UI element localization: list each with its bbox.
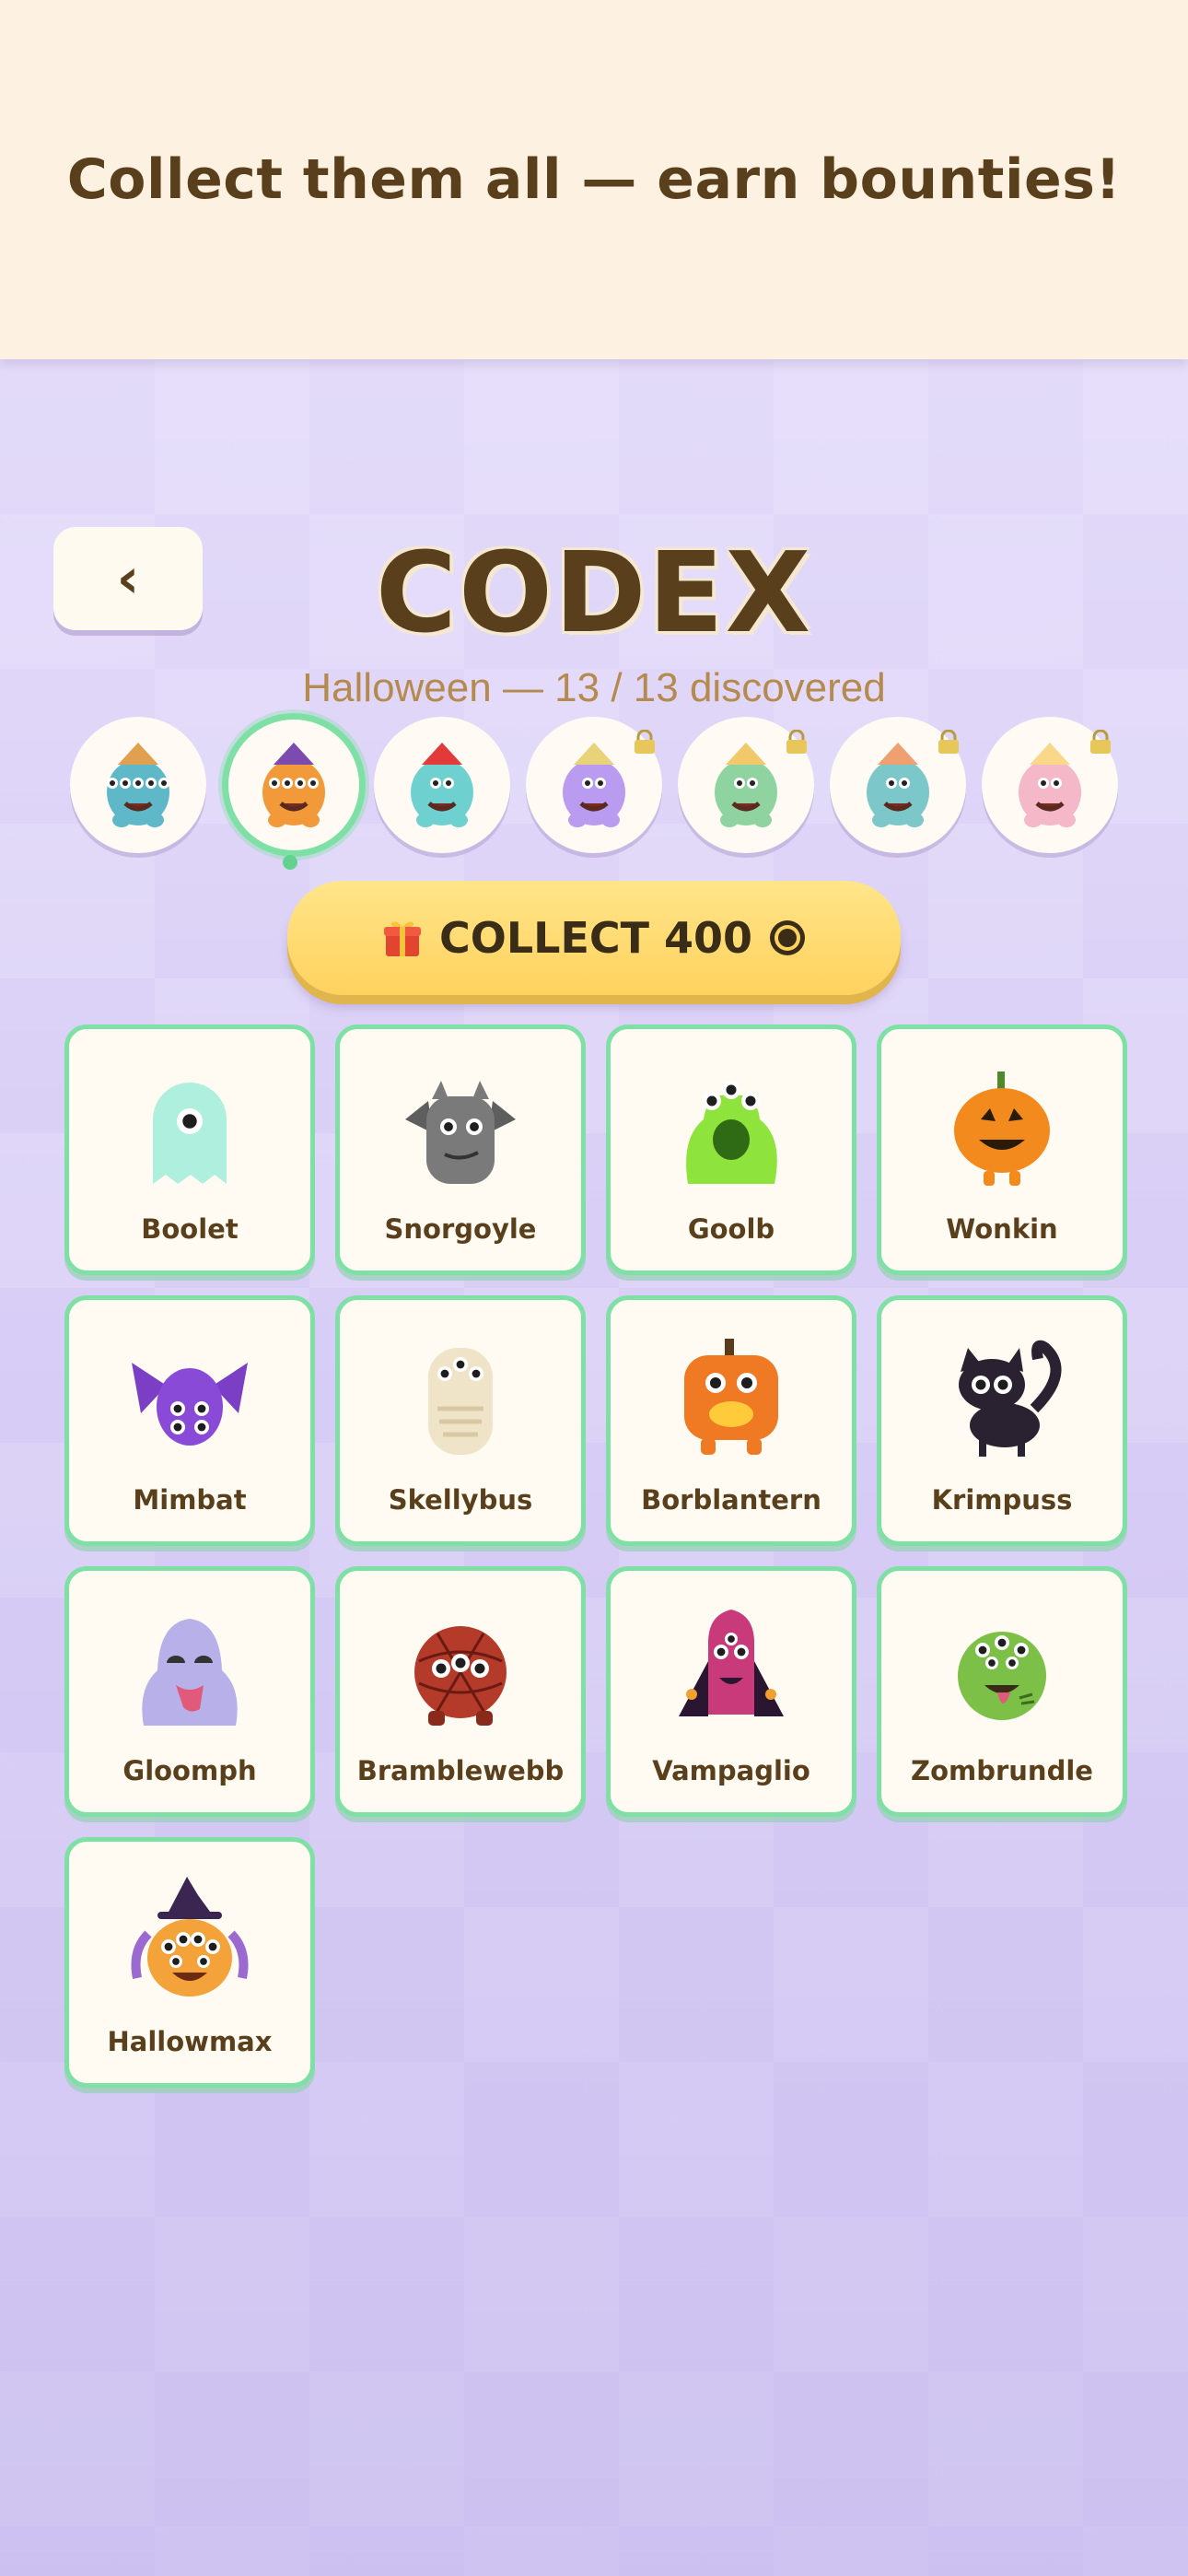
monster-name: Gloomph: [122, 1755, 257, 1786]
discovery-progress: Halloween — 13 / 13 discovered: [302, 665, 886, 710]
monster-card-bramblewebb[interactable]: Bramblewebb: [335, 1566, 586, 1817]
monster-name: Krimpuss: [931, 1484, 1073, 1516]
lock-icon: [1090, 730, 1111, 754]
lock-icon: [938, 730, 959, 754]
witch-monster-icon: [131, 1877, 249, 1996]
set-avatar-3[interactable]: [374, 717, 510, 853]
monster-card-gloomph[interactable]: Gloomph: [64, 1566, 315, 1817]
monster-name: Goolb: [687, 1213, 775, 1245]
page-title: CODEX: [375, 530, 813, 658]
monster-card-boolet[interactable]: Boolet: [64, 1025, 315, 1275]
monster-name: Mimbat: [133, 1484, 247, 1516]
set-monster-icon: [563, 743, 625, 827]
lantern-monster-icon: [684, 1339, 778, 1455]
set-monster-icon: [262, 743, 325, 827]
set-avatar-7[interactable]: [982, 717, 1118, 853]
monster-card-krimpuss[interactable]: Krimpuss: [877, 1295, 1127, 1546]
active-set-indicator: [283, 855, 297, 870]
cat-monster-icon: [959, 1340, 1062, 1457]
set-monster-icon: [1019, 743, 1081, 827]
set-avatar-4[interactable]: [526, 717, 662, 853]
set-monster-icon: [107, 743, 169, 827]
monster-card-skellybus[interactable]: Skellybus: [335, 1295, 586, 1546]
coin-icon: [770, 920, 806, 955]
blob-monster-icon: [686, 1081, 777, 1184]
monster-card-zombrundle[interactable]: Zombrundle: [877, 1566, 1127, 1817]
lock-icon: [635, 730, 655, 754]
monster-name: Borblantern: [641, 1484, 821, 1516]
ghost-monster-icon: [153, 1083, 227, 1184]
skeleton-monster-icon: [428, 1348, 493, 1455]
lock-icon: [786, 730, 807, 754]
set-avatar-6[interactable]: [830, 717, 966, 853]
monster-card-mimbat[interactable]: Mimbat: [64, 1295, 315, 1546]
gargoyle-monster-icon: [405, 1081, 516, 1184]
gift-icon: [383, 921, 421, 956]
monster-name: Wonkin: [946, 1213, 1058, 1245]
ghoul-monster-icon: [142, 1619, 238, 1726]
set-monster-icon: [411, 743, 473, 827]
set-monster-icon: [715, 743, 777, 827]
bat-monster-icon: [132, 1363, 248, 1446]
set-avatar-1[interactable]: [70, 717, 206, 853]
vampire-monster-icon: [679, 1610, 784, 1716]
banner-text: Collect them all — earn bounties!: [66, 147, 1122, 212]
monster-card-snorgoyle[interactable]: Snorgoyle: [335, 1025, 586, 1275]
zombie-monster-icon: [958, 1632, 1046, 1720]
monster-name: Zombrundle: [911, 1755, 1093, 1786]
monster-card-goolb[interactable]: Goolb: [606, 1025, 856, 1275]
monster-name: Boolet: [141, 1213, 239, 1245]
promo-banner: Collect them all — earn bounties!: [0, 0, 1188, 359]
spider-monster-icon: [414, 1626, 507, 1726]
collect-bounty-button[interactable]: COLLECT 400: [287, 881, 901, 995]
set-avatar-5[interactable]: [678, 717, 814, 853]
monster-name: Skellybus: [388, 1484, 533, 1516]
monster-card-borblantern[interactable]: Borblantern: [606, 1295, 856, 1546]
set-avatar-2[interactable]: [222, 713, 366, 857]
pumpkin-monster-icon: [954, 1071, 1050, 1186]
monster-name: Hallowmax: [107, 2026, 273, 2057]
set-selector: [70, 713, 1120, 870]
monster-name: Vampaglio: [652, 1755, 810, 1786]
monster-name: Bramblewebb: [356, 1755, 565, 1786]
monster-name: Snorgoyle: [384, 1213, 537, 1245]
set-monster-icon: [867, 743, 929, 827]
monster-card-vampaglio[interactable]: Vampaglio: [606, 1566, 856, 1817]
monster-card-wonkin[interactable]: Wonkin: [877, 1025, 1127, 1275]
collect-label: COLLECT 400: [438, 913, 753, 963]
monster-card-hallowmax[interactable]: Hallowmax: [64, 1837, 315, 2088]
